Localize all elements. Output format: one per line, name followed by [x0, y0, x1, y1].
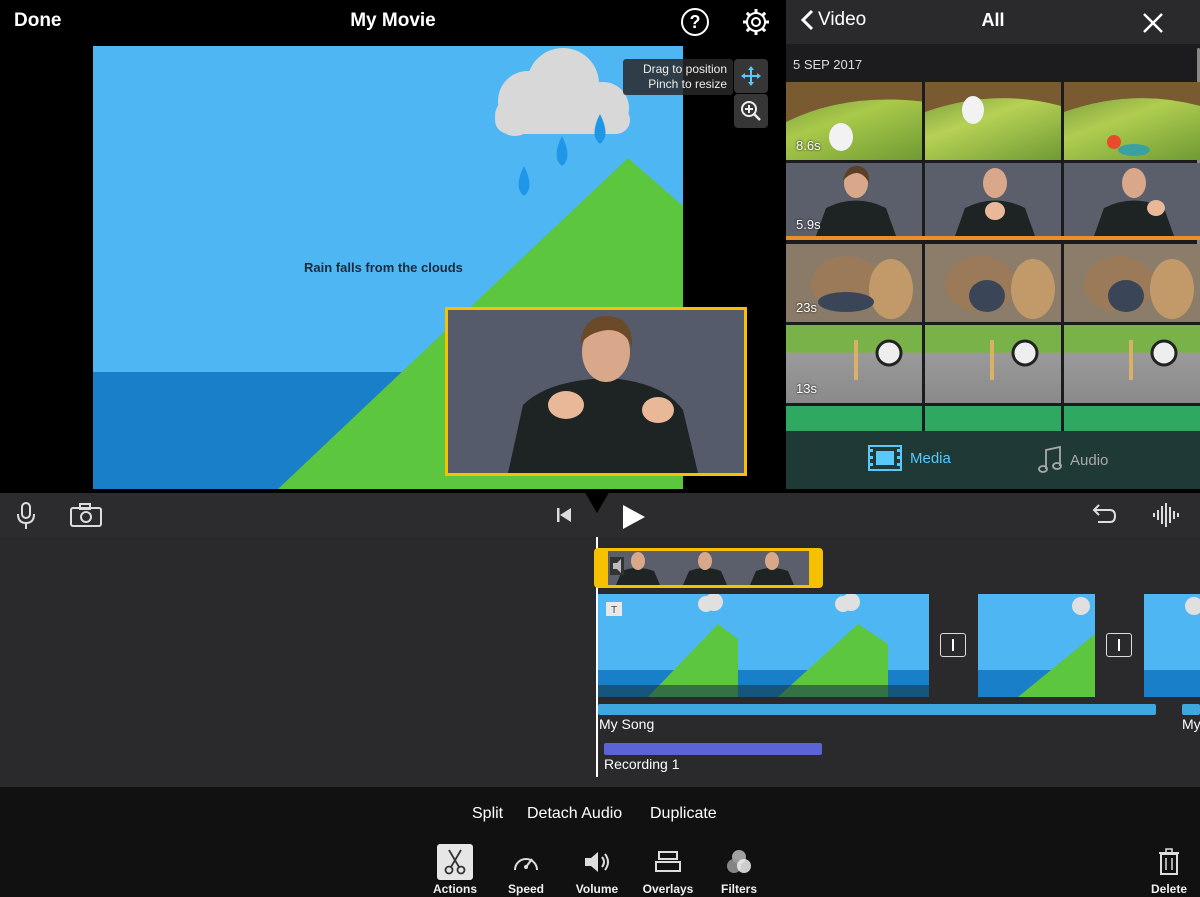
scissors-icon: [437, 844, 473, 880]
tab-audio[interactable]: Audio: [1038, 445, 1108, 475]
clip-thumbnail: [925, 163, 1061, 236]
tool-filters[interactable]: Filters: [709, 844, 769, 896]
inspector-bar: Split Detach Audio Duplicate Actions Spe…: [0, 787, 1200, 897]
date-header: 5 SEP 2017: [793, 57, 863, 72]
done-button[interactable]: Done: [14, 10, 62, 32]
film-icon: [868, 445, 902, 471]
video-clip[interactable]: [1144, 594, 1200, 697]
top-bar: Done My Movie ?: [0, 0, 786, 44]
title-clip-frames: T: [598, 594, 929, 697]
camera-icon[interactable]: [70, 503, 102, 527]
tool-speed[interactable]: Speed: [496, 844, 556, 896]
clip-thumbnail: 23s: [786, 244, 922, 322]
video-clip[interactable]: [978, 594, 1095, 697]
gear-icon[interactable]: [742, 8, 770, 36]
duplicate-button[interactable]: Duplicate: [650, 805, 717, 823]
tool-speed-label: Speed: [507, 882, 544, 896]
song-label: My: [1182, 716, 1200, 732]
clip-thumbnail: [1064, 244, 1200, 322]
split-button[interactable]: Split: [472, 805, 503, 823]
hint-line-1: Drag to position: [642, 62, 727, 76]
tool-actions[interactable]: Actions: [425, 844, 485, 896]
play-icon[interactable]: [622, 504, 646, 530]
overlay-clip-frames: [608, 551, 809, 585]
video-clip-row[interactable]: 13s: [786, 325, 1200, 403]
video-clip-row[interactable]: 5.9s: [786, 163, 1200, 236]
filters-icon: [721, 844, 757, 880]
microphone-icon[interactable]: [16, 502, 36, 530]
tab-media[interactable]: Media: [868, 445, 951, 471]
clip-thumbnail: [1064, 406, 1200, 431]
delete-label: Delete: [1150, 882, 1188, 896]
tab-audio-label: Audio: [1070, 451, 1109, 469]
skip-to-start-icon[interactable]: [556, 507, 572, 523]
song-label: My Song: [599, 716, 655, 732]
song-track[interactable]: [598, 704, 1156, 715]
trash-icon: [1151, 844, 1187, 880]
help-icon[interactable]: ?: [681, 8, 709, 36]
browser-header: Video All: [786, 0, 1200, 44]
video-clip-row[interactable]: 23s: [786, 244, 1200, 322]
speedometer-icon: [508, 844, 544, 880]
clip-thumbnail: 5.9s: [786, 163, 922, 236]
clip-thumbnail: [925, 244, 1061, 322]
tool-volume-label: Volume: [575, 882, 619, 896]
clip-thumbnail: [1064, 325, 1200, 403]
browser-title: All: [981, 10, 1005, 30]
tool-overlays-label: Overlays: [642, 882, 694, 896]
tool-volume[interactable]: Volume: [567, 844, 627, 896]
clip-thumbnail: [786, 406, 922, 431]
delete-button[interactable]: Delete: [1139, 844, 1199, 896]
project-title: My Movie: [350, 10, 436, 31]
close-icon[interactable]: [1142, 12, 1164, 34]
clip-thumbnail: [925, 82, 1061, 160]
detach-audio-button[interactable]: Detach Audio: [527, 805, 622, 823]
video-clip-row[interactable]: [786, 406, 1200, 431]
clip-thumbnail: 13s: [786, 325, 922, 403]
clip-thumbnail: [1064, 163, 1200, 236]
video-clip-row[interactable]: 8.6s: [786, 82, 1200, 160]
selected-clip-range: [786, 236, 1200, 240]
transition-button[interactable]: [1106, 633, 1132, 657]
clip-duration: 8.6s: [796, 138, 821, 153]
clip-thumbnail: [925, 325, 1061, 403]
playhead-marker: [583, 489, 611, 513]
music-note-icon: [1038, 445, 1062, 473]
rain-cloud: [495, 48, 630, 136]
undo-icon[interactable]: [1090, 502, 1116, 526]
speaker-icon: [579, 844, 615, 880]
clip-thumbnail: 8.6s: [786, 82, 922, 160]
signer-video-frame: [448, 310, 744, 473]
svg-text:T: T: [611, 605, 617, 616]
move-icon[interactable]: [734, 59, 768, 93]
picture-in-picture-overlay[interactable]: [445, 307, 747, 476]
title-caption: Rain falls from the clouds: [304, 260, 463, 275]
tool-filters-label: Filters: [720, 882, 757, 896]
project-timeline[interactable]: T My Song My Recording 1: [0, 537, 1200, 787]
recording-label: Recording 1: [604, 756, 680, 772]
overlay-hint-tooltip: Drag to position Pinch to resize: [623, 59, 733, 95]
audio-waveform-icon[interactable]: [1152, 501, 1180, 529]
tool-overlays[interactable]: Overlays: [638, 844, 698, 896]
hint-line-2: Pinch to resize: [648, 77, 727, 91]
tool-actions-label: Actions: [432, 882, 477, 896]
title-clip[interactable]: T: [598, 594, 929, 697]
selected-overlay-clip[interactable]: [594, 548, 823, 588]
recording-track[interactable]: [604, 743, 822, 755]
zoom-icon[interactable]: [734, 94, 768, 128]
clip-duration: 5.9s: [796, 217, 821, 232]
media-browser: Video All 5 SEP 2017 8.6s 5.9s 23s 13s M…: [786, 0, 1200, 489]
tab-media-label: Media: [910, 449, 951, 467]
clip-thumbnail: [1064, 82, 1200, 160]
overlays-icon: [650, 844, 686, 880]
transition-button[interactable]: [940, 633, 966, 657]
song-track[interactable]: [1182, 704, 1200, 715]
clip-duration: 23s: [796, 300, 817, 315]
browser-tab-bar: Media Audio: [786, 431, 1200, 489]
clip-duration: 13s: [796, 381, 817, 396]
clip-thumbnail: [925, 406, 1061, 431]
